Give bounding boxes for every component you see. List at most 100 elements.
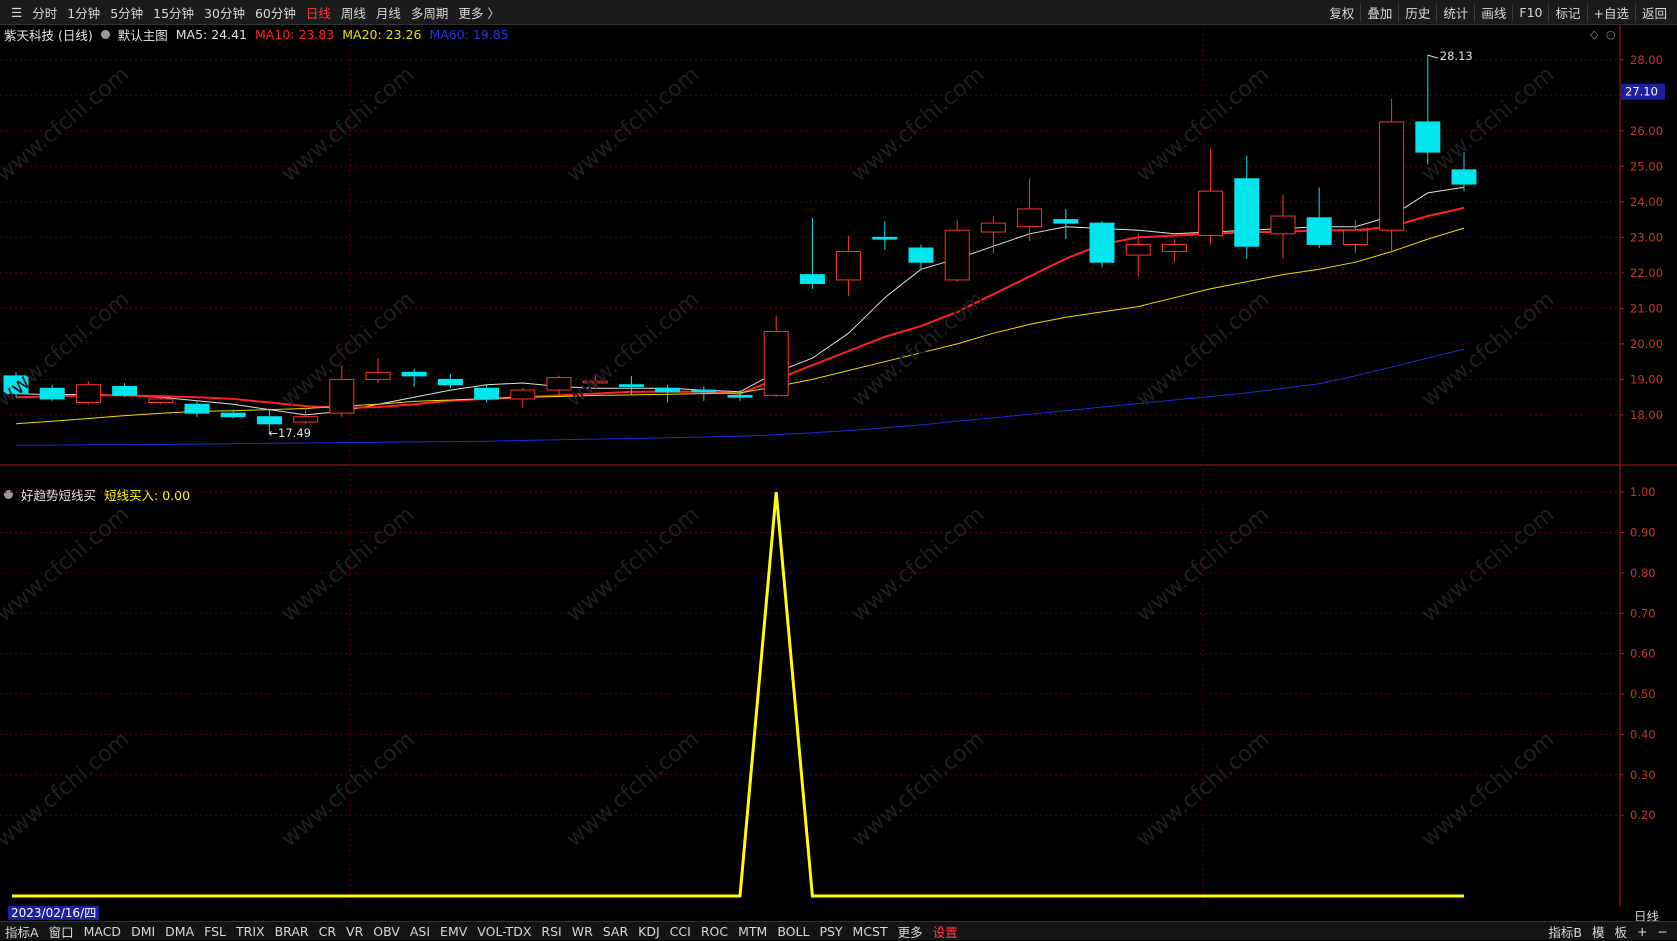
period-tabs: ☰ 分时 1分钟 5分钟 15分钟 30分钟 60分钟 日线 周线 月线 多周期 更多 〉 [6,0,505,24]
period-tab-3[interactable]: 15分钟 [148,3,199,22]
watermark-text: www.cfchi.com [0,727,134,852]
period-tab-2[interactable]: 5分钟 [105,3,148,22]
indicator-tab-16[interactable]: SAR [598,924,633,939]
indicator-tab-1[interactable]: 窗口 [44,922,79,941]
candle-body [980,222,1006,233]
candle [184,400,210,417]
candle [1125,233,1151,277]
watermark-text: www.cfchi.com [847,287,989,412]
menu-icon[interactable]: ☰ [6,5,27,20]
candle [944,219,970,282]
candle-body [1053,219,1079,224]
watermark-text: www.cfchi.com [1417,287,1559,412]
candle [836,235,862,296]
candle [437,374,463,389]
indicator-tab-14[interactable]: RSI [536,924,566,939]
toolbar-button-0[interactable]: 复权 [1323,3,1360,22]
candle-body [510,389,536,400]
indicator-tab-4[interactable]: DMA [160,924,199,939]
indicator-tab-12[interactable]: EMV [435,924,472,939]
low-price-label: ←17.49 [268,426,311,440]
indicator-tab-25[interactable]: 设置 [928,922,963,941]
period-tab-9[interactable]: 多周期 [406,3,454,22]
candle-body [908,247,934,263]
period-tab-7[interactable]: 周线 [336,3,371,22]
indicator-tab-24[interactable]: 更多 [893,922,928,941]
watermark-text: www.cfchi.com [562,727,704,852]
candle [1198,148,1224,245]
toolbar-button-7[interactable]: +自选 [1586,2,1635,22]
candle-body [1451,169,1477,185]
candle-body [1379,121,1405,231]
candle [112,382,138,398]
indicator-tab-21[interactable]: BOLL [772,924,814,939]
period-tab-8[interactable]: 月线 [371,3,406,22]
candle [799,217,825,289]
candle [1161,239,1187,263]
indicator-tab-0[interactable]: 指标A [0,922,44,941]
period-tab-5[interactable]: 60分钟 [250,3,301,22]
candle-body [1270,215,1296,235]
period-tab-4[interactable]: 30分钟 [199,3,250,22]
candle-body [1198,190,1224,237]
candle-body [655,387,681,393]
candle [655,384,681,403]
candle-body [256,416,282,425]
candle-body [474,387,500,400]
indicator-tab-2[interactable]: MACD [79,924,126,939]
toolbar-button-2[interactable]: 历史 [1398,2,1436,22]
candle-body [1161,243,1187,253]
candle [1379,98,1405,252]
watermark-text: www.cfchi.com [0,502,134,627]
watermark-text: www.cfchi.com [277,62,419,187]
indicator-tab-23[interactable]: MCST [848,924,893,939]
bottom-right-button-4[interactable]: − [1653,924,1673,939]
bottom-right-button-3[interactable]: + [1632,924,1652,939]
bottom-right-button-2[interactable]: 板 [1610,922,1633,941]
candle-body [1234,178,1260,247]
period-tab-10[interactable]: 更多 〉 [453,3,504,22]
indicator-tab-6[interactable]: TRIX [231,924,270,939]
toolbar-button-3[interactable]: 统计 [1436,2,1474,22]
watermark-text: www.cfchi.com [562,62,704,187]
candle-body [39,387,65,400]
indicator-tab-22[interactable]: PSY [814,924,847,939]
indicator-tab-15[interactable]: WR [567,924,598,939]
candle-body [148,398,174,403]
indicator-y-tick-label: 0.40 [1630,727,1656,741]
chart-area[interactable]: 18.00 19.00 20.00 21.00 22.00 23.00 24.00 25.00… [0,24,1677,906]
bottom-right-button-0[interactable]: 指标B [1543,922,1587,941]
toolbar-button-4[interactable]: 画线 [1474,2,1512,22]
indicator-tab-19[interactable]: ROC [696,924,733,939]
watermark-text: www.cfchi.com [1417,502,1559,627]
candle [872,221,898,250]
indicator-tab-8[interactable]: CR [314,924,341,939]
toolbar-button-1[interactable]: 叠加 [1360,2,1398,22]
main-y-tick-label: 25.00 [1630,159,1663,173]
indicator-tab-11[interactable]: ASI [405,924,435,939]
high-price-label: 28.13 [1440,49,1473,63]
indicator-tab-5[interactable]: FSL [199,924,231,939]
indicator-tab-10[interactable]: OBV [368,924,405,939]
bottom-right-button-1[interactable]: 模 [1587,922,1610,941]
period-tab-0[interactable]: 分时 [27,3,62,22]
indicator-tab-20[interactable]: MTM [733,924,772,939]
main-y-tick-label: 23.00 [1630,230,1663,244]
toolbar-button-8[interactable]: 返回 [1634,2,1673,22]
indicator-tab-18[interactable]: CCI [665,924,696,939]
indicator-tab-7[interactable]: BRAR [270,924,314,939]
indicator-tab-3[interactable]: DMI [126,924,160,939]
candle [1017,178,1043,241]
toolbar-button-6[interactable]: 标记 [1548,2,1586,22]
toolbar-button-5[interactable]: F10 [1512,4,1548,20]
main-y-tick-label: 22.00 [1630,266,1663,280]
candle [293,407,319,424]
candle-body [691,389,717,393]
period-tab-6[interactable]: 日线 [301,3,336,22]
indicator-tab-17[interactable]: KDJ [633,924,665,939]
period-tab-1[interactable]: 1分钟 [62,3,105,22]
candle-body [944,229,970,281]
indicator-tab-9[interactable]: VR [341,924,368,939]
candle-body [75,384,101,404]
indicator-tab-13[interactable]: VOL-TDX [472,924,536,939]
